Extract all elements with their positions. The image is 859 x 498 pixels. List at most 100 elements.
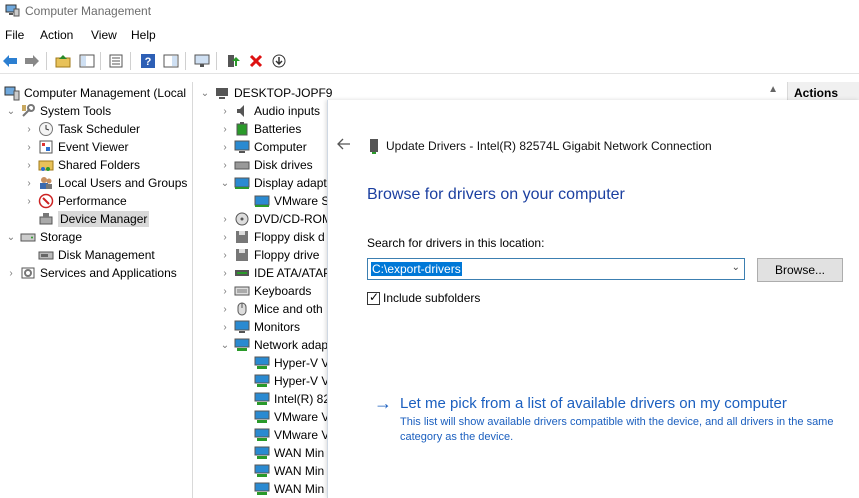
device-item[interactable]: WAN Min [254, 480, 324, 498]
device-category[interactable]: ⌄ Network adap [220, 336, 328, 354]
chevron-down-icon[interactable]: ⌄ [732, 262, 740, 273]
device-item[interactable]: WAN Min [254, 444, 324, 462]
toolbar-separator [185, 52, 186, 70]
device-category[interactable]: › Disk drives [220, 156, 312, 174]
chevron-right-icon[interactable]: › [220, 286, 230, 297]
menu-file[interactable]: File [5, 28, 24, 42]
chevron-right-icon[interactable]: › [220, 106, 230, 117]
floppy-icon [234, 229, 250, 245]
show-hide-console-tree-icon[interactable] [77, 51, 97, 71]
device-item[interactable]: WAN Min [254, 462, 324, 480]
chevron-right-icon[interactable]: › [220, 214, 230, 225]
tree-item-disk-management[interactable]: Disk Management [38, 246, 155, 264]
chevron-right-icon[interactable]: › [220, 160, 230, 171]
network-adapter-icon [254, 355, 270, 371]
tree-item-storage[interactable]: ⌄ Storage [6, 228, 82, 246]
scroll-up-icon[interactable]: ▲ [768, 84, 778, 95]
tree-label: Computer Management (Local [24, 86, 187, 100]
chevron-right-icon[interactable]: › [24, 196, 34, 207]
chevron-right-icon[interactable]: › [220, 142, 230, 153]
device-item[interactable]: VMware V [254, 408, 329, 426]
uninstall-icon[interactable] [246, 51, 266, 71]
menu-view[interactable]: View [91, 28, 117, 42]
arrow-right-icon[interactable]: → [374, 393, 392, 414]
event-viewer-icon [38, 139, 54, 155]
chevron-down-icon[interactable]: ⌄ [200, 88, 210, 99]
performance-icon [38, 193, 54, 209]
tree-label: Performance [58, 194, 127, 208]
driver-path-combobox[interactable]: C:\export-drivers ⌄ [367, 258, 745, 280]
device-label: DVD/CD-ROM [254, 212, 332, 226]
chevron-right-icon[interactable]: › [24, 160, 34, 171]
device-root[interactable]: ⌄ DESKTOP-JOPF9 [200, 84, 333, 102]
chevron-down-icon[interactable]: ⌄ [6, 106, 16, 117]
tree-item-performance[interactable]: › Performance [24, 192, 127, 210]
floppy-drive-icon [234, 247, 250, 263]
properties-icon[interactable] [106, 51, 126, 71]
driver-path-value[interactable]: C:\export-drivers [371, 262, 462, 276]
tree-item-root[interactable]: Computer Management (Local [4, 84, 186, 102]
device-category[interactable]: › Mice and oth [220, 300, 322, 318]
include-subfolders-checkbox[interactable]: ✓ [367, 290, 380, 305]
device-item[interactable]: Intel(R) 82 [254, 390, 330, 408]
chevron-right-icon[interactable]: › [24, 178, 34, 189]
tree-item-services-apps[interactable]: › Services and Applications [6, 264, 177, 282]
back-arrow-icon[interactable] [336, 137, 354, 153]
toolbar: ? [0, 48, 859, 74]
pick-from-list-link[interactable]: Let me pick from a list of available dri… [400, 395, 787, 412]
menu-help[interactable]: Help [131, 28, 156, 42]
device-category[interactable]: › Audio inputs [220, 102, 320, 120]
menu-action[interactable]: Action [40, 28, 73, 42]
enable-device-icon[interactable] [269, 51, 289, 71]
tree-item-event-viewer[interactable]: › Event Viewer [24, 138, 128, 156]
chevron-right-icon[interactable]: › [220, 304, 230, 315]
display-adapter-icon [234, 175, 250, 191]
device-item[interactable]: VMware S [254, 192, 329, 210]
tree-item-system-tools[interactable]: ⌄ System Tools [6, 102, 111, 120]
device-category[interactable]: › Keyboards [220, 282, 311, 300]
browse-button[interactable]: Browse... [757, 258, 843, 282]
device-category[interactable]: › IDE ATA/ATAP [220, 264, 331, 282]
chevron-right-icon[interactable]: › [220, 232, 230, 243]
device-item[interactable]: Hyper-V V [254, 372, 329, 390]
update-driver-icon[interactable] [223, 51, 243, 71]
tools-icon [20, 103, 36, 119]
tree-label: Storage [40, 230, 83, 244]
device-item[interactable]: VMware V [254, 426, 329, 444]
tree-label: Services and Applications [40, 266, 177, 280]
device-category[interactable]: › Computer [220, 138, 306, 156]
display-adapter-icon [254, 193, 270, 209]
device-category[interactable]: › DVD/CD-ROM [220, 210, 332, 228]
device-item[interactable]: Hyper-V V [254, 354, 329, 372]
include-subfolders-label[interactable]: Include subfolders [383, 291, 480, 305]
device-category[interactable]: › Floppy disk d [220, 228, 324, 246]
ide-controller-icon [234, 265, 250, 281]
action-pane-icon[interactable] [161, 51, 181, 71]
device-category[interactable]: › Monitors [220, 318, 300, 336]
chevron-right-icon[interactable]: › [220, 124, 230, 135]
chevron-down-icon[interactable]: ⌄ [6, 232, 16, 243]
tree-item-local-users[interactable]: › Local Users and Groups [24, 174, 187, 192]
services-icon [20, 265, 36, 281]
device-label: Monitors [254, 320, 301, 334]
up-folder-icon[interactable] [53, 51, 73, 71]
chevron-down-icon[interactable]: ⌄ [220, 340, 230, 351]
device-category[interactable]: › Batteries [220, 120, 301, 138]
chevron-right-icon[interactable]: › [220, 322, 230, 333]
back-icon[interactable] [0, 51, 20, 71]
device-category[interactable]: ⌄ Display adapt [220, 174, 327, 192]
chevron-right-icon[interactable]: › [24, 124, 34, 135]
network-adapter-icon [254, 373, 270, 389]
scan-hardware-icon[interactable] [192, 51, 212, 71]
chevron-right-icon[interactable]: › [220, 250, 230, 261]
chevron-right-icon[interactable]: › [220, 268, 230, 279]
chevron-right-icon[interactable]: › [6, 268, 16, 279]
tree-item-device-manager[interactable]: Device Manager [38, 210, 150, 228]
help-icon[interactable]: ? [138, 51, 158, 71]
chevron-down-icon[interactable]: ⌄ [220, 178, 230, 189]
forward-icon[interactable] [22, 51, 42, 71]
tree-item-shared-folders[interactable]: › Shared Folders [24, 156, 140, 174]
chevron-right-icon[interactable]: › [24, 142, 34, 153]
tree-item-task-scheduler[interactable]: › Task Scheduler [24, 120, 140, 138]
device-category[interactable]: › Floppy drive [220, 246, 319, 264]
